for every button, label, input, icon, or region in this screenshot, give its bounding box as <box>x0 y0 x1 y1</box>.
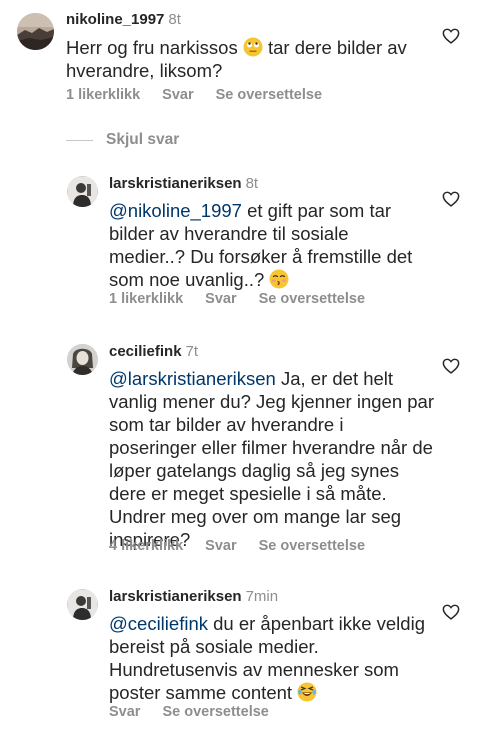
hide-replies-label[interactable]: Skjul svar <box>106 131 179 149</box>
heart-icon[interactable] <box>442 358 460 374</box>
username[interactable]: larskristianeriksen <box>109 588 242 605</box>
timestamp: 7min <box>245 588 279 605</box>
comment-text: @nikoline_1997 et gift par som tar bilde… <box>109 200 413 290</box>
heart-icon[interactable] <box>442 28 460 44</box>
avatar[interactable] <box>67 344 98 375</box>
username[interactable]: ceciliefink <box>109 343 182 360</box>
timestamp: 8t <box>245 175 259 192</box>
timestamp: 8t <box>168 11 181 28</box>
mention-link[interactable]: @larskristianeriksen <box>109 368 276 389</box>
kissing-emoji <box>269 269 289 289</box>
translate-button[interactable]: Se oversettelse <box>259 291 365 307</box>
heart-icon[interactable] <box>442 191 460 207</box>
like-count[interactable]: 4 likerklikk <box>109 538 183 554</box>
laughing-tears-emoji <box>297 682 317 702</box>
reply-button[interactable]: Svar <box>205 291 236 307</box>
heart-icon[interactable] <box>442 604 460 620</box>
like-count[interactable]: 1 likerklikk <box>109 291 183 307</box>
eye-roll-emoji <box>243 37 263 57</box>
translate-button[interactable]: Se oversettelse <box>162 704 268 720</box>
hide-replies-toggle[interactable]: Skjul svar <box>66 130 179 150</box>
comment-text: @larskristianeriksen Ja, er det helt van… <box>109 368 434 550</box>
mention-link[interactable]: @nikoline_1997 <box>109 200 242 221</box>
reply-button[interactable]: Svar <box>109 704 140 720</box>
username[interactable]: larskristianeriksen <box>109 175 242 192</box>
like-count[interactable]: 1 likerklikk <box>66 87 140 103</box>
avatar[interactable] <box>17 13 54 50</box>
comment-text: Herr og fru narkissos tar dere bilder av… <box>66 37 407 81</box>
translate-button[interactable]: Se oversettelse <box>259 538 365 554</box>
translate-button[interactable]: Se oversettelse <box>216 87 322 103</box>
mention-link[interactable]: @ceciliefink <box>109 613 208 634</box>
reply-button[interactable]: Svar <box>162 87 193 103</box>
comment-text: @ceciliefink du er åpenbart ikke veldig … <box>109 613 425 703</box>
avatar[interactable] <box>67 176 98 207</box>
timestamp: 7t <box>185 343 199 360</box>
divider <box>66 139 93 141</box>
reply-button[interactable]: Svar <box>205 538 236 554</box>
avatar[interactable] <box>67 589 98 620</box>
username[interactable]: nikoline_1997 <box>66 11 164 28</box>
